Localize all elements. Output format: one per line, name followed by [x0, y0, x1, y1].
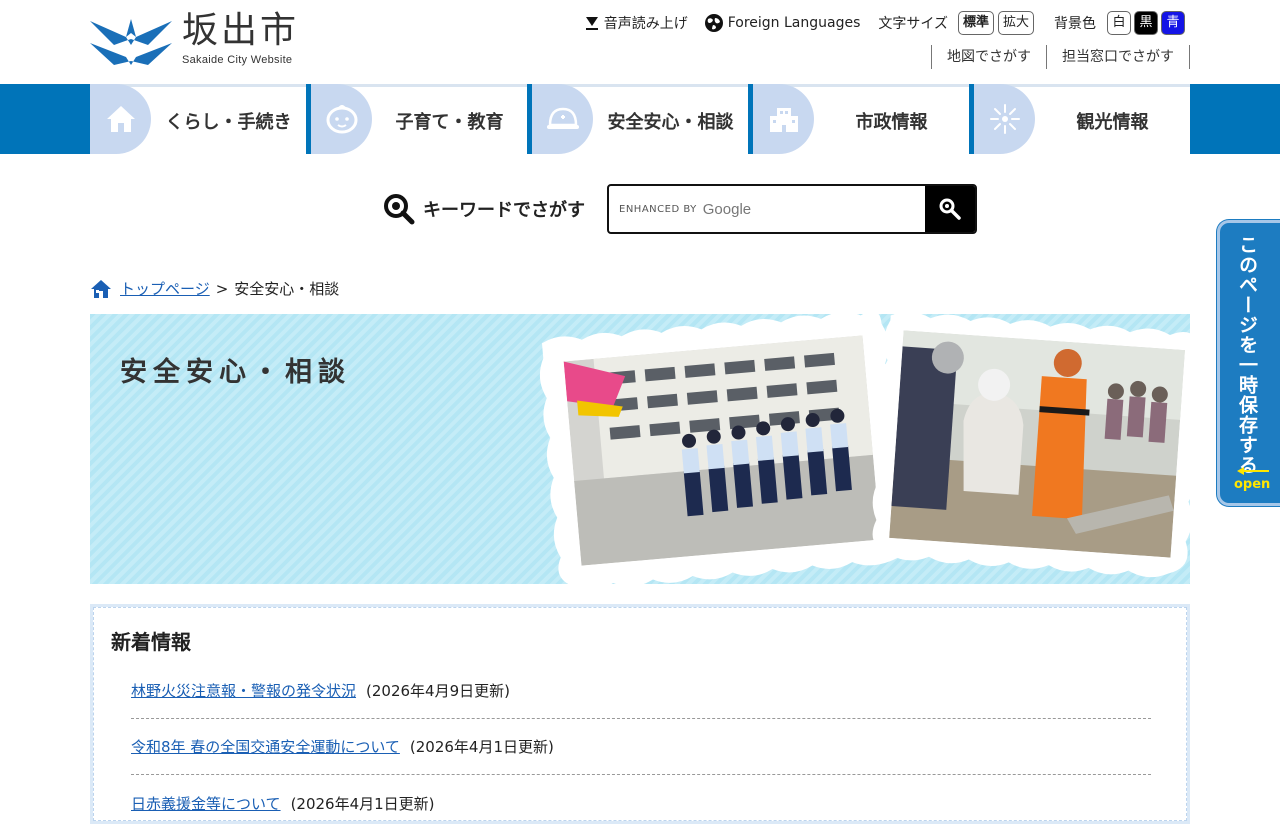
voice-read-label: 音声読み上げ: [603, 16, 688, 32]
nav-label-tourism: 観光情報: [1076, 111, 1149, 133]
bg-blue-button[interactable]: 青: [1161, 11, 1185, 35]
news-heading: 新着情報: [111, 630, 191, 654]
logo-subtitle: Sakaide City Website: [182, 54, 293, 66]
google-label: Google: [702, 200, 752, 218]
home-icon: [91, 279, 111, 298]
news-list: 林野火災注意報・警報の発令状況 (2026年4月9日更新) 令和8年 春の全国交…: [131, 663, 1151, 831]
font-size-large-button[interactable]: 拡大: [997, 11, 1034, 35]
bg-white-button[interactable]: 白: [1107, 11, 1131, 35]
font-size-standard-button[interactable]: 標準: [957, 11, 994, 35]
font-size-label: 文字サイズ: [878, 16, 948, 32]
voice-read-button[interactable]: 音声読み上げ: [584, 13, 688, 33]
down-arrow-icon: [585, 17, 598, 30]
open-label: open: [1234, 477, 1271, 492]
breadcrumb-home-link[interactable]: トップページ: [120, 278, 210, 299]
utility-bar: 音声読み上げ Foreign Languages 文字サイズ 標準 拡大 背景色…: [568, 10, 1185, 36]
nav-item-living[interactable]: くらし・手続き: [90, 84, 306, 154]
breadcrumb: トップページ > 安全安心・相談: [90, 278, 339, 299]
site-header: 坂出市 Sakaide City Website 音声読み上げ Foreign …: [0, 0, 1280, 84]
magnifier-icon: [939, 198, 961, 220]
left-arrow-icon: [1237, 467, 1269, 475]
news-date: (2026年4月9日更新): [366, 682, 510, 700]
breadcrumb-current: 安全安心・相談: [234, 280, 340, 298]
house-icon: [90, 84, 151, 154]
nav-item-childcare[interactable]: 子育て・教育: [311, 84, 527, 154]
search-button[interactable]: [925, 186, 975, 232]
enhanced-by-label: ENHANCED BY: [619, 203, 697, 215]
search-label: キーワードでさがす: [423, 200, 585, 221]
page-hero: 安全安心・相談: [90, 314, 1190, 584]
nav-item-safety[interactable]: 安全安心・相談: [532, 84, 748, 154]
keyword-search: キーワードでさがす ENHANCED BY Google: [383, 184, 977, 234]
nav-label-safety: 安全安心・相談: [607, 111, 734, 133]
firefighter-drill-photo: [872, 314, 1190, 578]
global-nav: くらし・手続き 子育て・教育 安全安心・相談 市政情報 観光情報: [0, 84, 1280, 154]
firework-icon: [974, 84, 1035, 154]
city-emblem-icon: [90, 19, 172, 65]
nav-label-cityinfo: 市政情報: [855, 111, 928, 133]
logo-title: 坂出市: [182, 10, 300, 51]
nav-label-living: くらし・手続き: [165, 111, 292, 133]
save-page-label: このページを一時保存する: [1236, 235, 1258, 475]
bg-black-button[interactable]: 黒: [1134, 11, 1158, 35]
news-link[interactable]: 林野火災注意報・警報の発令状況: [131, 680, 356, 701]
foreign-languages-button[interactable]: Foreign Languages: [704, 13, 861, 33]
news-section: 新着情報 林野火災注意報・警報の発令状況 (2026年4月9日更新) 令和8年 …: [90, 604, 1190, 824]
nav-item-tourism[interactable]: 観光情報: [974, 84, 1190, 154]
news-link[interactable]: 日赤義援金等について: [131, 793, 281, 814]
globe-icon: [704, 14, 723, 32]
news-link[interactable]: 令和8年 春の全国交通安全運動について: [131, 736, 400, 757]
helmet-icon: [532, 84, 593, 154]
sub-links: 地図でさがす 担当窓口でさがす: [931, 45, 1190, 69]
news-date: (2026年4月1日更新): [290, 794, 435, 813]
nav-label-childcare: 子育て・教育: [395, 111, 504, 133]
safety-drill-photo: [539, 314, 905, 584]
bg-color-label: 背景色: [1054, 16, 1096, 32]
news-item: 林野火災注意報・警報の発令状況 (2026年4月9日更新): [131, 663, 1151, 719]
site-logo[interactable]: 坂出市 Sakaide City Website: [90, 10, 299, 71]
breadcrumb-separator: >: [215, 279, 229, 298]
baby-icon: [311, 84, 372, 154]
news-item: 令和8年 春の全国交通安全運動について (2026年4月1日更新): [131, 719, 1151, 775]
building-icon: [753, 84, 814, 154]
counter-search-link[interactable]: 担当窓口でさがす: [1046, 45, 1190, 69]
search-input[interactable]: ENHANCED BY Google: [609, 186, 925, 232]
save-page-tab[interactable]: このページを一時保存する open: [1217, 220, 1280, 506]
map-search-link[interactable]: 地図でさがす: [931, 45, 1046, 69]
foreign-languages-label: Foreign Languages: [727, 15, 861, 31]
page-title: 安全安心・相談: [120, 357, 351, 388]
news-date: (2026年4月1日更新): [409, 738, 554, 756]
news-item: 日赤義援金等について (2026年4月1日更新): [131, 775, 1151, 831]
nav-item-cityinfo[interactable]: 市政情報: [753, 84, 969, 154]
search-icon: [384, 194, 415, 225]
